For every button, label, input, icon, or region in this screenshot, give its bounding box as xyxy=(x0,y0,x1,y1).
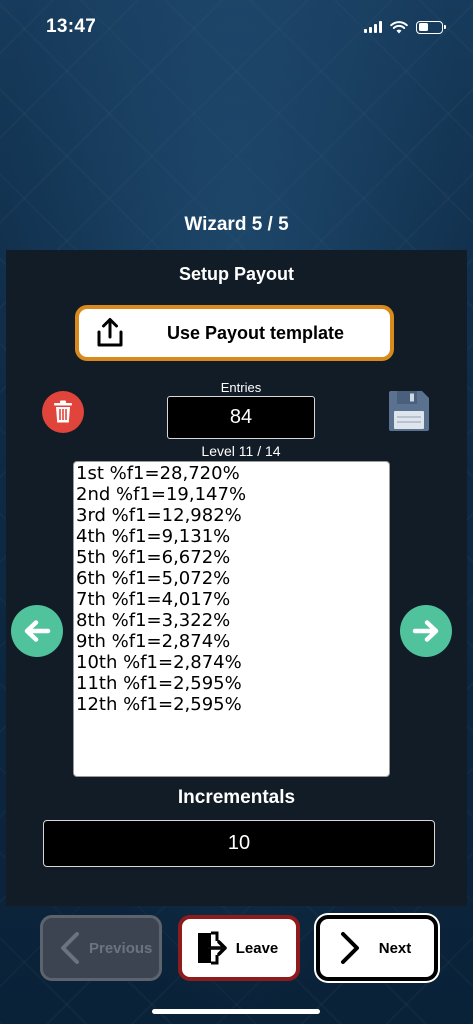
battery-icon xyxy=(416,20,446,34)
incrementals-field[interactable]: 10 xyxy=(43,820,435,867)
payout-line: 3rd %f1=12,982% xyxy=(76,505,242,526)
payout-line: 6th %f1=5,072% xyxy=(76,568,231,589)
status-icons xyxy=(364,20,446,34)
payout-line: 4th %f1=9,131% xyxy=(76,526,231,547)
section-title: Setup Payout xyxy=(178,264,294,284)
status-time: 13:47 xyxy=(46,16,97,37)
payout-line: 10th %f1=2,874% xyxy=(76,652,242,673)
previous-level-button[interactable] xyxy=(11,605,63,657)
entries-field[interactable]: 84 xyxy=(167,396,315,439)
trash-icon xyxy=(54,400,72,423)
cellular-signal-icon xyxy=(364,21,382,33)
payout-line: 11th %f1=2,595% xyxy=(76,673,242,694)
payout-list[interactable]: 1st %f1=28,720% 2nd %f1=19,147% 3rd %f1=… xyxy=(73,461,390,777)
next-level-button[interactable] xyxy=(400,605,452,657)
payout-line: 12th %f1=2,595% xyxy=(76,694,242,715)
arrow-left-icon xyxy=(24,620,51,642)
payout-line: 8th %f1=3,322% xyxy=(76,610,231,631)
chevron-right-icon xyxy=(341,932,359,964)
exit-door-icon xyxy=(198,931,227,965)
previous-label: Previous xyxy=(89,939,153,957)
delete-button[interactable] xyxy=(42,391,84,433)
arrow-right-icon xyxy=(412,620,439,642)
floppy-disk-icon[interactable] xyxy=(387,389,431,433)
setup-payout-panel: Setup Payout Use Payout template Entries… xyxy=(6,250,467,906)
payout-line: 1st %f1=28,720% xyxy=(76,463,240,484)
entries-label: Entries xyxy=(220,380,262,395)
status-bar: 13:47 xyxy=(0,0,473,54)
previous-button[interactable]: Previous xyxy=(40,915,162,981)
payout-line: 5th %f1=6,672% xyxy=(76,547,231,568)
payout-line: 2nd %f1=19,147% xyxy=(76,484,247,505)
level-label: Level 11 / 14 xyxy=(201,443,281,459)
wizard-title: Wizard 5 / 5 xyxy=(184,214,289,235)
incrementals-title: Incrementals xyxy=(177,787,296,808)
payout-line: 9th %f1=2,874% xyxy=(76,631,231,652)
payout-line: 7th %f1=4,017% xyxy=(76,589,231,610)
use-payout-template-button[interactable]: Use Payout template xyxy=(75,305,394,361)
home-indicator[interactable] xyxy=(152,1009,320,1014)
leave-label: Leave xyxy=(235,939,279,957)
wifi-icon xyxy=(390,20,408,33)
next-label: Next xyxy=(378,939,412,957)
share-upload-icon xyxy=(97,318,123,347)
leave-button[interactable]: Leave xyxy=(178,915,300,981)
next-button[interactable]: Next xyxy=(316,915,438,981)
chevron-left-icon xyxy=(61,932,79,964)
